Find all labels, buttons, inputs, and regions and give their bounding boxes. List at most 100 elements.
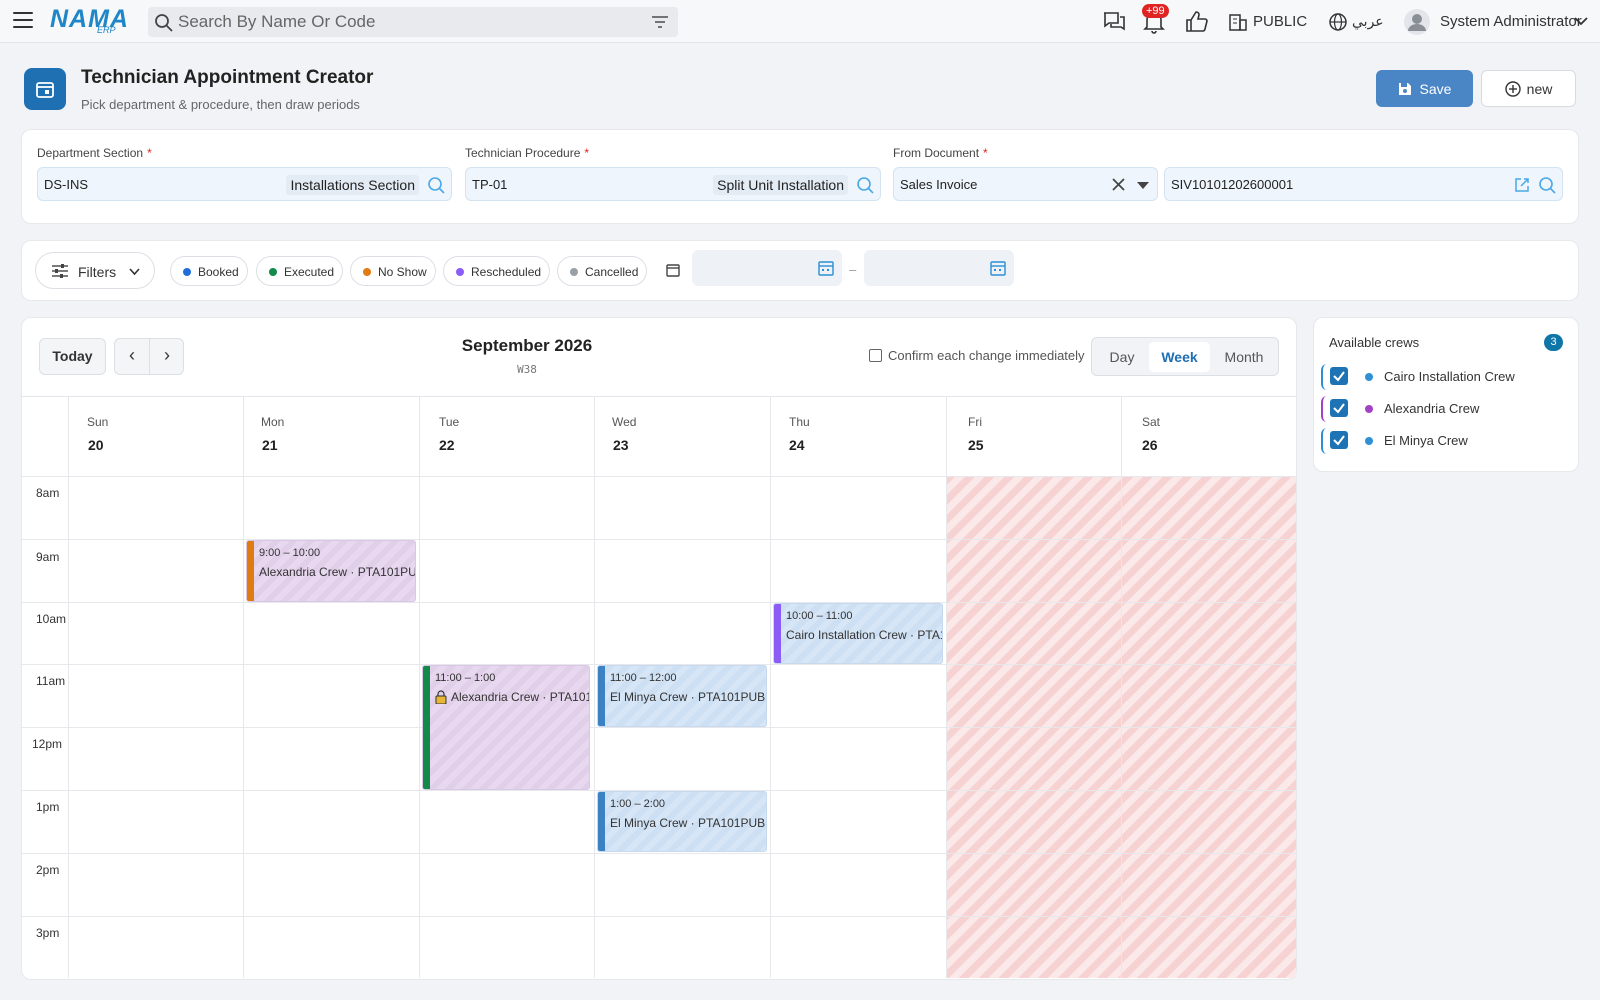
status-chip-booked[interactable]: Booked [170, 256, 248, 286]
crew-checkbox[interactable] [1330, 367, 1348, 385]
hour-label: 2pm [36, 863, 60, 877]
search-input[interactable] [178, 7, 638, 37]
day-number: 22 [439, 437, 455, 453]
save-button[interactable]: Save [1376, 70, 1473, 107]
filter-icon[interactable] [652, 15, 668, 29]
status-bar [247, 541, 254, 601]
appointment-event[interactable]: 11:00 – 12:00 El Minya Crew · PTA101PUB [597, 665, 767, 727]
day-number: 20 [88, 437, 104, 453]
chevron-down-icon[interactable] [1574, 16, 1588, 26]
department-name: Installations Section [286, 175, 419, 195]
date-from-input[interactable] [692, 250, 842, 286]
filters-button[interactable]: Filters [35, 252, 155, 289]
hour-label: 12pm [32, 737, 63, 751]
week-grid[interactable]: Sun 20 Mon 21 Tue 22 Wed 23 Thu 24 Fri 2… [22, 396, 1296, 978]
from-document-label: From Document * [893, 146, 988, 160]
view-month-button[interactable]: Month [1213, 342, 1275, 372]
filters-label: Filters [78, 264, 117, 280]
status-bar [598, 666, 605, 726]
procedure-name: Split Unit Installation [713, 175, 848, 195]
calendar-icon[interactable] [818, 260, 834, 276]
hour-label: 8am [36, 486, 60, 500]
appointment-event[interactable]: 9:00 – 10:00 Alexandria Crew · PTA101PUB [246, 540, 416, 602]
event-title: El Minya Crew · PTA101PUB [610, 690, 766, 704]
language-switch[interactable]: عربي [1352, 13, 1384, 30]
menu-icon[interactable] [13, 12, 33, 30]
week-number: W38 [517, 363, 537, 376]
procedure-label: Technician Procedure * [465, 146, 590, 160]
crew-color-dot [1365, 437, 1373, 445]
status-chip-no-show[interactable]: No Show [350, 256, 436, 286]
plus-circle-icon [1504, 81, 1521, 97]
confirm-checkbox[interactable] [869, 349, 882, 362]
thumbs-up-icon[interactable] [1184, 9, 1210, 35]
prev-week-button[interactable]: ‹ [115, 339, 150, 374]
event-title: Cairo Installation Crew · PTA101PUB [786, 628, 942, 642]
event-title: Alexandria Crew · PTA101PUB [451, 690, 589, 704]
user-menu[interactable]: System Administrator [1440, 13, 1582, 30]
avatar-icon[interactable] [1403, 8, 1431, 36]
procedure-field[interactable]: TP-01 Split Unit Installation [465, 167, 881, 201]
status-dot [456, 268, 464, 276]
status-bar [774, 604, 781, 663]
save-icon [1398, 83, 1411, 96]
document-type-select[interactable]: Sales Invoice [893, 167, 1158, 201]
document-type: Sales Invoice [900, 177, 978, 192]
search-icon[interactable] [856, 176, 874, 194]
status-chip-cancelled[interactable]: Cancelled [557, 256, 647, 286]
global-search[interactable] [148, 7, 678, 37]
day-number: 26 [1142, 437, 1158, 453]
date-range-separator: – [849, 262, 857, 277]
hour-label: 3pm [36, 926, 60, 940]
dropdown-caret-icon[interactable] [1137, 182, 1149, 189]
today-button[interactable]: Today [39, 338, 106, 375]
status-chip-rescheduled[interactable]: Rescheduled [443, 256, 550, 286]
crew-name: Alexandria Crew [1384, 401, 1480, 416]
status-dot [570, 268, 578, 276]
event-time: 9:00 – 10:00 [259, 547, 321, 559]
event-time: 11:00 – 1:00 [435, 672, 496, 684]
event-title: El Minya Crew · PTA101PUB [610, 816, 766, 830]
view-day-button[interactable]: Day [1098, 342, 1146, 372]
view-week-button[interactable]: Week [1149, 342, 1210, 372]
day-number: 25 [968, 437, 984, 453]
day-header-thu: Thu [789, 415, 810, 429]
confirm-label: Confirm each change immediately [888, 348, 1085, 363]
search-icon[interactable] [1538, 176, 1556, 194]
department-field[interactable]: DS-INS Installations Section [37, 167, 452, 201]
day-header-tue: Tue [439, 415, 460, 429]
top-bar: NAMA ERP +99 PUBLIC عربي System Administ… [0, 0, 1600, 43]
crew-color-dot [1365, 405, 1373, 413]
day-number: 23 [613, 437, 629, 453]
lock-icon [435, 690, 447, 704]
status-dot [183, 268, 191, 276]
event-time: 1:00 – 2:00 [610, 798, 666, 810]
page-subtitle: Pick department & procedure, then draw p… [81, 97, 360, 112]
calendar-icon[interactable] [990, 260, 1006, 276]
appointment-event[interactable]: 10:00 – 11:00 Cairo Installation Crew · … [773, 603, 943, 664]
procedure-code: TP-01 [472, 177, 508, 192]
next-week-button[interactable]: › [150, 339, 184, 374]
status-dot [363, 268, 371, 276]
chevron-down-icon [129, 268, 140, 276]
app-logo[interactable]: NAMA [50, 5, 129, 34]
crew-name: Cairo Installation Crew [1384, 369, 1515, 384]
crew-checkbox[interactable] [1330, 399, 1348, 417]
clear-icon[interactable] [1112, 178, 1125, 191]
day-number: 21 [262, 437, 278, 453]
status-chip-executed[interactable]: Executed [256, 256, 343, 286]
chat-icon[interactable] [1101, 9, 1127, 35]
appointment-event[interactable]: 11:00 – 1:00 Alexandria Crew · PTA101PUB [422, 665, 590, 790]
status-dot [269, 268, 277, 276]
event-time: 10:00 – 11:00 [786, 610, 853, 622]
crew-checkbox[interactable] [1330, 431, 1348, 449]
document-number-field[interactable]: SIV10101202600001 [1164, 167, 1563, 201]
appointment-event[interactable]: 1:00 – 2:00 El Minya Crew · PTA101PUB [597, 791, 767, 852]
search-icon[interactable] [427, 176, 445, 194]
open-external-icon[interactable] [1514, 177, 1530, 193]
new-button[interactable]: new [1481, 70, 1576, 107]
branch-selector[interactable]: PUBLIC [1253, 13, 1307, 30]
date-to-input[interactable] [864, 250, 1014, 286]
department-label: Department Section * [37, 146, 152, 160]
page-title: Technician Appointment Creator [81, 67, 374, 88]
